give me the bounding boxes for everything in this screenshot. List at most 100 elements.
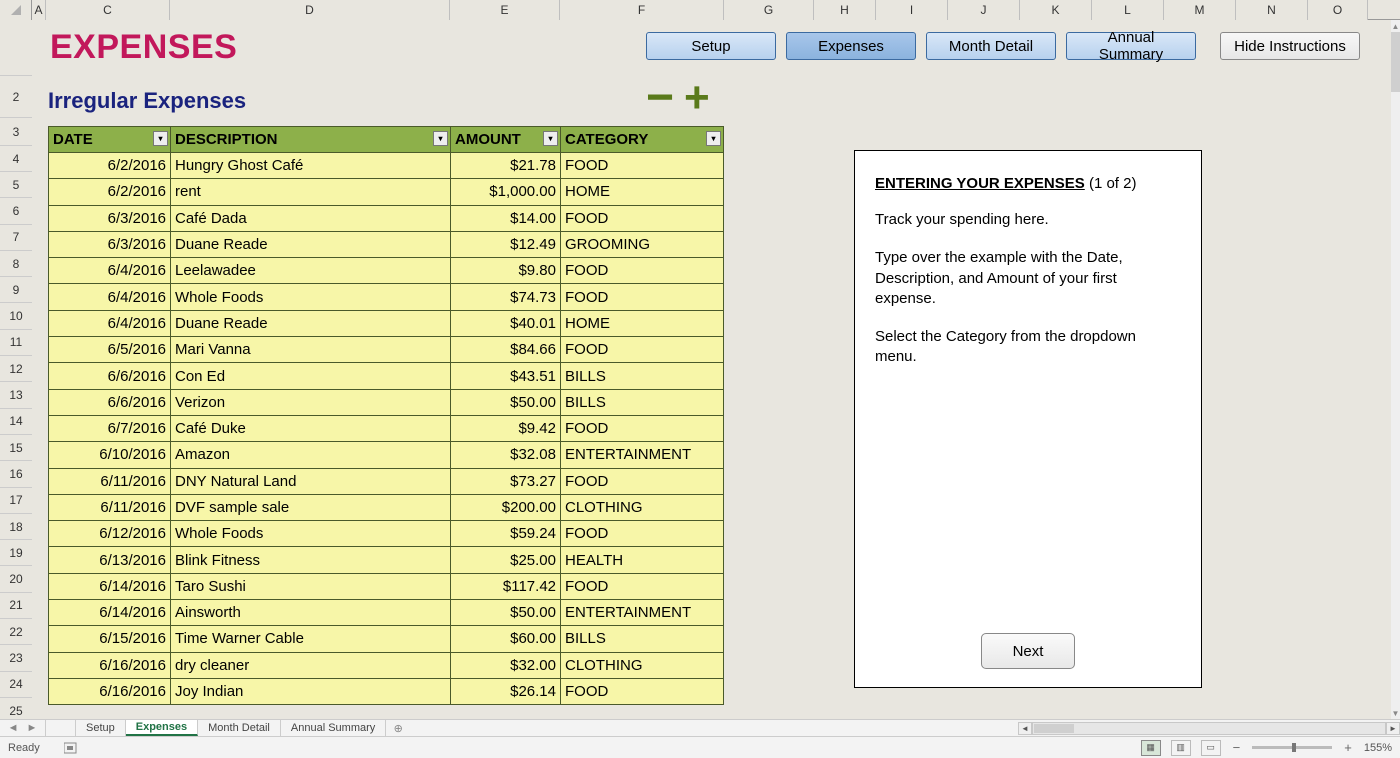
remove-row-icon[interactable]: − bbox=[646, 88, 674, 108]
row-header-13[interactable]: 13 bbox=[0, 382, 32, 408]
cell-date[interactable]: 6/16/2016 bbox=[49, 678, 171, 704]
sheet-tab-setup[interactable]: Setup bbox=[76, 720, 126, 736]
column-header-L[interactable]: L bbox=[1092, 0, 1164, 20]
scroll-right-icon[interactable]: ► bbox=[1386, 722, 1400, 735]
table-row[interactable]: 6/2/2016Hungry Ghost Café$21.78FOOD bbox=[49, 153, 724, 179]
column-header-O[interactable]: O bbox=[1308, 0, 1368, 20]
cell-date[interactable]: 6/11/2016 bbox=[49, 494, 171, 520]
cell-date[interactable]: 6/2/2016 bbox=[49, 179, 171, 205]
cell-amt[interactable]: $9.80 bbox=[451, 258, 561, 284]
cell-amt[interactable]: $26.14 bbox=[451, 678, 561, 704]
column-header-J[interactable]: J bbox=[948, 0, 1020, 20]
cell-desc[interactable]: Café Dada bbox=[171, 205, 451, 231]
macro-record-icon[interactable] bbox=[64, 742, 78, 754]
column-header-E[interactable]: E bbox=[450, 0, 560, 20]
column-header-D[interactable]: D bbox=[170, 0, 450, 20]
table-row[interactable]: 6/16/2016Joy Indian$26.14FOOD bbox=[49, 678, 724, 704]
cell-amt[interactable]: $200.00 bbox=[451, 494, 561, 520]
column-header-F[interactable]: F bbox=[560, 0, 724, 20]
cell-cat[interactable]: FOOD bbox=[561, 205, 724, 231]
cell-date[interactable]: 6/2/2016 bbox=[49, 153, 171, 179]
horizontal-scrollbar[interactable]: ◄ ► bbox=[1018, 720, 1400, 736]
cell-desc[interactable]: DNY Natural Land bbox=[171, 468, 451, 494]
table-row[interactable]: 6/7/2016Café Duke$9.42FOOD bbox=[49, 415, 724, 441]
col-header-date[interactable]: DATE▾ bbox=[49, 127, 171, 153]
horizontal-scroll-track[interactable] bbox=[1032, 722, 1386, 735]
cell-desc[interactable]: Duane Reade bbox=[171, 310, 451, 336]
cell-amt[interactable]: $50.00 bbox=[451, 600, 561, 626]
cell-cat[interactable]: CLOTHING bbox=[561, 494, 724, 520]
cell-amt[interactable]: $1,000.00 bbox=[451, 179, 561, 205]
table-row[interactable]: 6/2/2016rent$1,000.00HOME bbox=[49, 179, 724, 205]
cell-date[interactable]: 6/16/2016 bbox=[49, 652, 171, 678]
cell-date[interactable]: 6/3/2016 bbox=[49, 205, 171, 231]
cell-date[interactable]: 6/5/2016 bbox=[49, 337, 171, 363]
table-row[interactable]: 6/12/2016Whole Foods$59.24FOOD bbox=[49, 521, 724, 547]
cell-cat[interactable]: HOME bbox=[561, 310, 724, 336]
cell-cat[interactable]: HOME bbox=[561, 179, 724, 205]
filter-icon[interactable]: ▾ bbox=[543, 131, 558, 146]
column-header-C[interactable]: C bbox=[46, 0, 170, 20]
scroll-left-icon[interactable]: ◄ bbox=[1018, 722, 1032, 735]
cell-date[interactable]: 6/3/2016 bbox=[49, 231, 171, 257]
cell-cat[interactable]: ENTERTAINMENT bbox=[561, 600, 724, 626]
cell-date[interactable]: 6/14/2016 bbox=[49, 600, 171, 626]
column-header-G[interactable]: G bbox=[724, 0, 814, 20]
nav-month-detail-button[interactable]: Month Detail bbox=[926, 32, 1056, 60]
sheet-tab-month-detail[interactable]: Month Detail bbox=[198, 720, 281, 736]
row-header-18[interactable]: 18 bbox=[0, 514, 32, 540]
row-header-2[interactable]: 2 bbox=[0, 76, 32, 118]
select-all-corner[interactable] bbox=[0, 0, 32, 20]
row-header-20[interactable]: 20 bbox=[0, 566, 32, 592]
row-header-17[interactable]: 17 bbox=[0, 488, 32, 514]
cell-cat[interactable]: FOOD bbox=[561, 284, 724, 310]
column-header-M[interactable]: M bbox=[1164, 0, 1236, 20]
worksheet-area[interactable]: EXPENSES Irregular Expenses Setup Expens… bbox=[32, 20, 1391, 719]
column-header-A[interactable]: A bbox=[32, 0, 46, 20]
cell-date[interactable]: 6/4/2016 bbox=[49, 284, 171, 310]
cell-date[interactable]: 6/12/2016 bbox=[49, 521, 171, 547]
cell-date[interactable]: 6/7/2016 bbox=[49, 415, 171, 441]
table-row[interactable]: 6/3/2016Café Dada$14.00FOOD bbox=[49, 205, 724, 231]
cell-cat[interactable]: BILLS bbox=[561, 389, 724, 415]
cell-amt[interactable]: $25.00 bbox=[451, 547, 561, 573]
table-row[interactable]: 6/4/2016Whole Foods$74.73FOOD bbox=[49, 284, 724, 310]
col-header-category[interactable]: CATEGORY▾ bbox=[561, 127, 724, 153]
cell-desc[interactable]: rent bbox=[171, 179, 451, 205]
cell-desc[interactable]: Blink Fitness bbox=[171, 547, 451, 573]
row-header-24[interactable]: 24 bbox=[0, 672, 32, 698]
cell-date[interactable]: 6/11/2016 bbox=[49, 468, 171, 494]
cell-cat[interactable]: FOOD bbox=[561, 415, 724, 441]
row-header-21[interactable]: 21 bbox=[0, 593, 32, 619]
cell-cat[interactable]: BILLS bbox=[561, 626, 724, 652]
row-header-7[interactable]: 7 bbox=[0, 225, 32, 251]
scroll-down-icon[interactable]: ▼ bbox=[1391, 707, 1400, 719]
tab-nav-arrows[interactable]: ◄► bbox=[0, 720, 46, 736]
cell-desc[interactable]: Verizon bbox=[171, 389, 451, 415]
cell-desc[interactable]: Leelawadee bbox=[171, 258, 451, 284]
cell-amt[interactable]: $74.73 bbox=[451, 284, 561, 310]
row-header-6[interactable]: 6 bbox=[0, 198, 32, 224]
cell-date[interactable]: 6/4/2016 bbox=[49, 310, 171, 336]
sheet-tab-expenses[interactable]: Expenses bbox=[126, 720, 198, 736]
cell-cat[interactable]: HEALTH bbox=[561, 547, 724, 573]
row-header-22[interactable]: 22 bbox=[0, 619, 32, 645]
row-header-11[interactable]: 11 bbox=[0, 330, 32, 356]
new-sheet-button[interactable]: ⊕ bbox=[386, 720, 410, 736]
cell-cat[interactable]: FOOD bbox=[561, 153, 724, 179]
hide-instructions-button[interactable]: Hide Instructions bbox=[1220, 32, 1360, 60]
cell-desc[interactable]: Amazon bbox=[171, 442, 451, 468]
cell-date[interactable]: 6/6/2016 bbox=[49, 389, 171, 415]
cell-amt[interactable]: $59.24 bbox=[451, 521, 561, 547]
cell-cat[interactable]: FOOD bbox=[561, 258, 724, 284]
cell-date[interactable]: 6/15/2016 bbox=[49, 626, 171, 652]
table-row[interactable]: 6/5/2016Mari Vanna$84.66FOOD bbox=[49, 337, 724, 363]
column-header-I[interactable]: I bbox=[876, 0, 948, 20]
cell-amt[interactable]: $32.08 bbox=[451, 442, 561, 468]
cell-amt[interactable]: $9.42 bbox=[451, 415, 561, 441]
cell-amt[interactable]: $40.01 bbox=[451, 310, 561, 336]
cell-amt[interactable]: $73.27 bbox=[451, 468, 561, 494]
row-header-4[interactable]: 4 bbox=[0, 146, 32, 172]
cell-desc[interactable]: Café Duke bbox=[171, 415, 451, 441]
cell-amt[interactable]: $117.42 bbox=[451, 573, 561, 599]
